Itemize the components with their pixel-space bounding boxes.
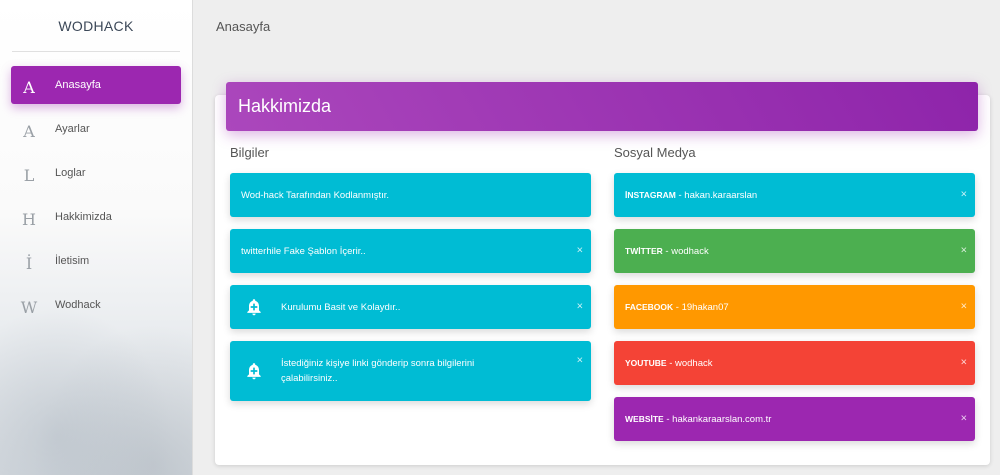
social-label: FACEBOOK [625,301,674,312]
social-alert-facebook: FACEBOOK - 19hakan07 × [614,285,975,329]
sidebar-item-loglar[interactable]: L Loglar [11,154,181,192]
sidebar-item-hakkimizda[interactable]: H Hakkimizda [11,198,181,236]
info-alert-coded-by: Wod-hack Tarafından Kodlanmıştır. [230,173,591,217]
sidebar-item-label: Hakkimizda [55,211,112,223]
sidebar-item-ayarlar[interactable]: A Ayarlar [11,110,181,148]
social-label: WEBSİTE [625,413,664,424]
alert-text: İstediğiniz kişiye linki gönderip sonra … [281,356,474,386]
info-alert-send-link: İstediğiniz kişiye linki gönderip sonra … [230,341,591,401]
page-title[interactable]: Anasayfa [216,19,270,34]
alert-text: Kurulumu Basit ve Kolaydır.. [281,301,401,313]
social-value: - 19hakan07 [673,301,729,313]
close-icon[interactable]: × [577,245,583,257]
topbar: Anasayfa [194,0,1000,52]
close-icon[interactable]: × [961,301,967,313]
ayarlar-icon: A [23,121,35,141]
card-header: Hakkimizda [226,82,978,131]
bell-plus-icon [243,296,265,318]
sidebar-item-anasayfa[interactable]: A Anasayfa [11,66,181,104]
alert-text: Wod-hack Tarafından Kodlanmıştır. [241,189,390,201]
sosyal-medya-title: Sosyal Medya [614,145,696,160]
brand-logo-text[interactable]: WODHACK [12,0,180,52]
sidebar-item-label: Ayarlar [55,123,90,135]
sidebar-item-wodhack[interactable]: W Wodhack [11,286,181,324]
sidebar-item-label: İletisim [55,255,90,267]
social-label: TWİTTER [625,245,663,256]
close-icon[interactable]: × [961,245,967,257]
social-label: İNSTAGRAM [625,189,676,200]
social-value: - hakan.karaarslan [675,189,758,201]
alert-text-line1: İstediğiniz kişiye linki gönderip sonra … [281,358,475,369]
wodhack-icon: W [20,297,38,317]
social-value: - wodhack [662,245,709,257]
iletisim-icon: İ [25,253,33,273]
alert-text-line2: çalabilirsiniz.. [281,373,338,384]
social-alert-twitter: TWİTTER - wodhack × [614,229,975,273]
sidebar-item-label: Anasayfa [55,79,101,91]
anasayfa-icon: A [23,77,35,97]
alert-text: WEBSİTE - hakankaraarslan.com.tr [625,412,771,427]
social-alert-instagram: İNSTAGRAM - hakan.karaarslan × [614,173,975,217]
close-icon[interactable]: × [961,189,967,201]
alert-text: YOUTUBE - wodhack [625,356,713,371]
sidebar-nav: A Anasayfa A Ayarlar L Loglar H Hakkimiz… [0,66,192,324]
bilgiler-title: Bilgiler [230,145,270,160]
close-icon[interactable]: × [961,413,967,425]
social-label: YOUTUBE [625,357,667,368]
sidebar-item-label: Wodhack [55,299,101,311]
close-icon[interactable]: × [961,357,967,369]
close-icon[interactable]: × [577,301,583,313]
close-icon[interactable]: × [577,355,583,367]
info-alert-easy-setup: Kurulumu Basit ve Kolaydır.. × [230,285,591,329]
social-value: - hakankaraarslan.com.tr [663,413,772,425]
sidebar-item-label: Loglar [55,167,86,179]
social-alert-website: WEBSİTE - hakankaraarslan.com.tr × [614,397,975,441]
alert-text: İNSTAGRAM - hakan.karaarslan [625,188,757,203]
sidebar-item-iletisim[interactable]: İ İletisim [11,242,181,280]
loglar-icon: L [23,165,35,185]
alert-text: FACEBOOK - 19hakan07 [625,300,729,315]
social-alert-youtube: YOUTUBE - wodhack × [614,341,975,385]
sidebar: WODHACK A Anasayfa A Ayarlar L Loglar H … [0,0,193,475]
social-value: - wodhack [666,357,713,369]
card-title: Hakkimizda [238,96,332,116]
bell-plus-icon [243,360,265,382]
hakkimizda-icon: H [22,209,36,229]
alert-text: TWİTTER - wodhack [625,244,709,259]
alert-text: twitterhile Fake Şablon İçerir.. [241,245,366,257]
info-alert-fake-template: twitterhile Fake Şablon İçerir.. × [230,229,591,273]
